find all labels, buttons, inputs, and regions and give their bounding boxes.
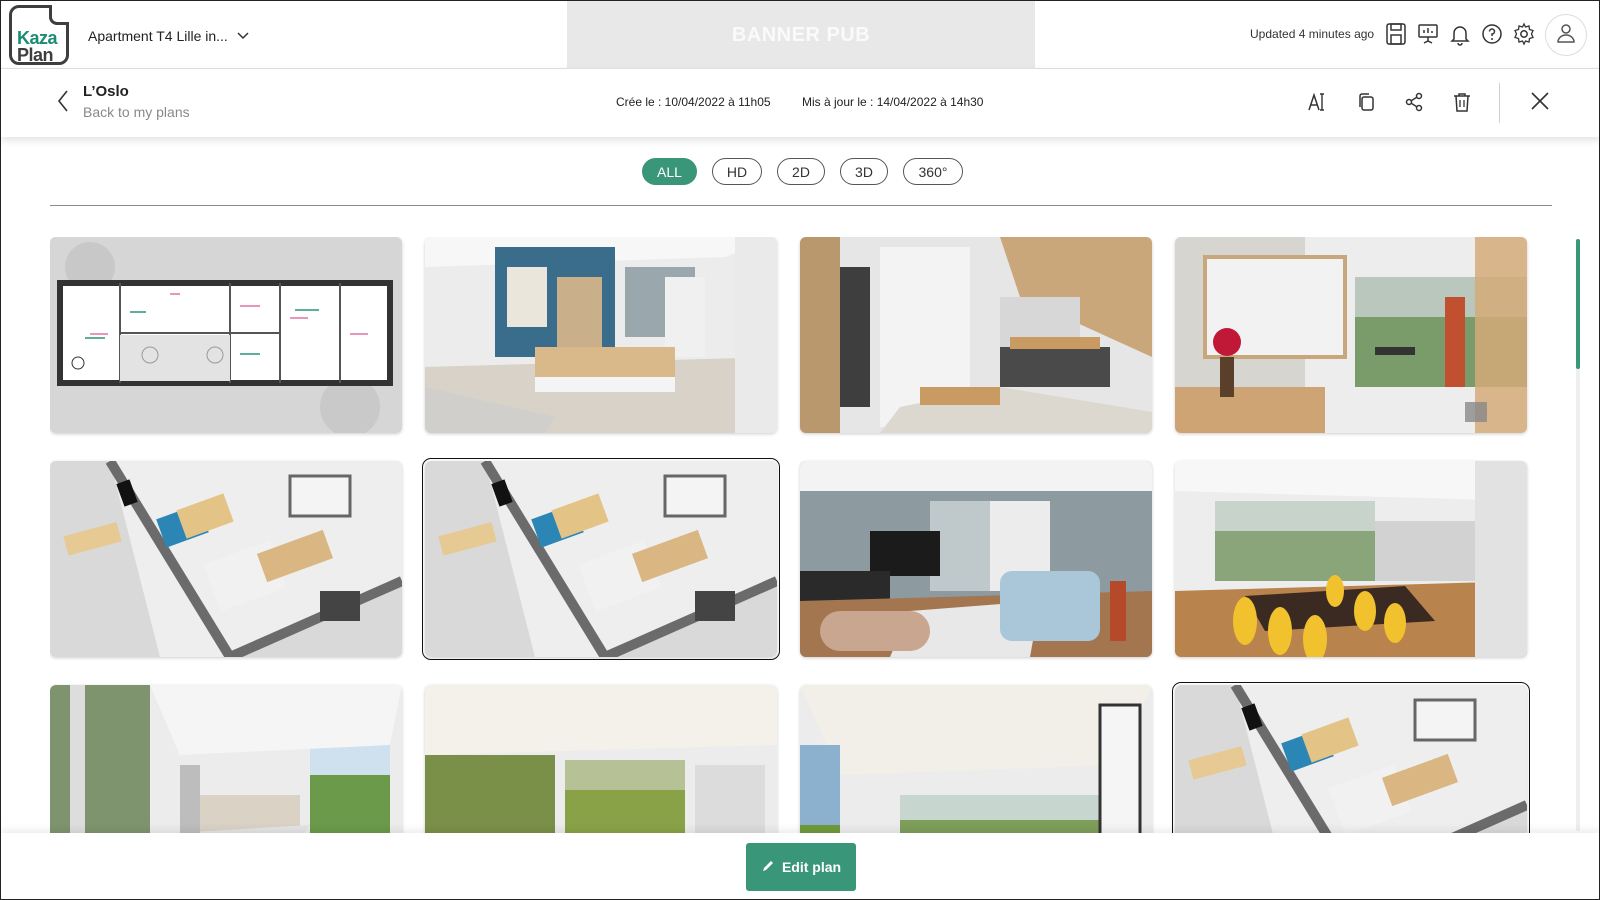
scrollbar-thumb[interactable] <box>1576 239 1580 369</box>
save-icon[interactable] <box>1383 19 1409 49</box>
pencil-icon <box>761 859 775 876</box>
gallery-thumb[interactable] <box>50 237 402 433</box>
edit-plan-label: Edit plan <box>781 859 842 875</box>
filter-360[interactable]: 360° <box>903 158 963 185</box>
gallery-thumb[interactable] <box>800 685 1152 833</box>
gallery-thumb[interactable] <box>50 461 402 657</box>
created-date: Crée le : 10/04/2022 à 11h05 <box>616 95 771 109</box>
gallery-thumb[interactable] <box>1175 461 1527 657</box>
gallery-thumb[interactable] <box>425 237 777 433</box>
kazaplan-logo[interactable]: Kaza Plan <box>9 5 69 65</box>
user-menu-button[interactable] <box>1545 14 1587 56</box>
filter-divider <box>50 205 1552 206</box>
share-icon[interactable] <box>1400 88 1428 116</box>
ad-banner: BANNER PUB <box>567 1 1035 69</box>
back-to-plans-link[interactable]: Back to my plans <box>83 104 190 120</box>
chevron-down-icon <box>236 28 250 44</box>
close-button[interactable] <box>1525 88 1555 118</box>
project-name: Apartment T4 Lille in... <box>88 28 228 44</box>
duplicate-icon[interactable] <box>1352 88 1380 116</box>
help-icon[interactable] <box>1479 19 1505 49</box>
gallery-thumb[interactable] <box>800 461 1152 657</box>
filter-chips: ALL HD 2D 3D 360° <box>642 158 963 185</box>
filter-hd[interactable]: HD <box>712 158 762 185</box>
updated-status: Updated 4 minutes ago <box>1250 27 1375 41</box>
bottom-bar: Edit plan <box>1 833 1599 899</box>
header-divider <box>1499 83 1500 123</box>
plan-title: L’Oslo <box>83 83 129 100</box>
rename-icon[interactable] <box>1304 88 1332 116</box>
gallery-thumb[interactable] <box>1172 682 1530 833</box>
gallery-thumb[interactable] <box>425 685 777 833</box>
filter-2d[interactable]: 2D <box>777 158 825 185</box>
back-button[interactable] <box>51 89 75 117</box>
gallery-thumb[interactable] <box>422 458 780 660</box>
presentation-icon[interactable] <box>1415 19 1441 49</box>
plan-header: L’Oslo Back to my plans Crée le : 10/04/… <box>1 69 1599 137</box>
gallery-thumb[interactable] <box>800 237 1152 433</box>
chevron-left-icon <box>56 89 70 118</box>
filter-3d[interactable]: 3D <box>840 158 888 185</box>
user-icon <box>1555 22 1577 49</box>
edit-plan-button[interactable]: Edit plan <box>746 843 856 891</box>
gallery-thumb[interactable] <box>1175 237 1527 433</box>
gallery-scrollbar[interactable] <box>1576 239 1580 831</box>
bell-icon[interactable] <box>1447 19 1473 49</box>
modified-date: Mis à jour le : 14/04/2022 à 14h30 <box>802 95 984 109</box>
gear-icon[interactable] <box>1511 19 1537 49</box>
gallery-thumb[interactable] <box>50 685 402 833</box>
close-icon <box>1529 90 1551 117</box>
delete-icon[interactable] <box>1448 88 1476 116</box>
app-window: Kaza Plan Apartment T4 Lille in... BANNE… <box>0 0 1600 900</box>
render-gallery <box>50 237 1552 833</box>
top-bar: Kaza Plan Apartment T4 Lille in... BANNE… <box>1 1 1599 69</box>
filter-all[interactable]: ALL <box>642 158 697 185</box>
project-selector[interactable]: Apartment T4 Lille in... <box>88 25 250 47</box>
